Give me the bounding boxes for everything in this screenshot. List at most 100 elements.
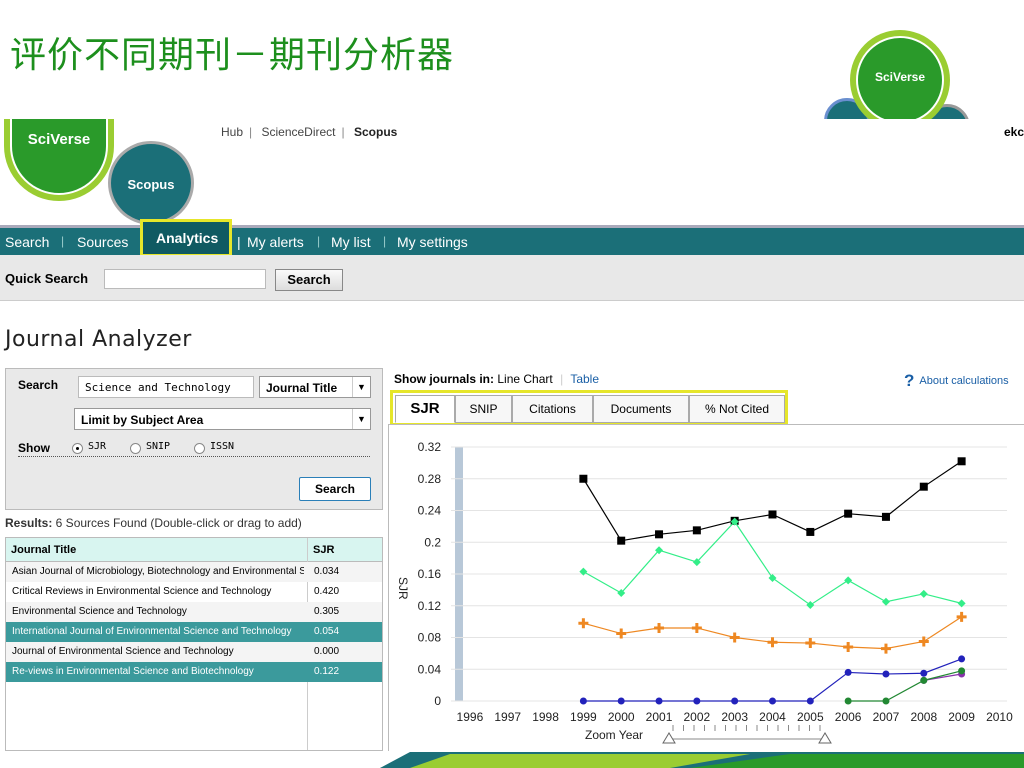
x-tick-label: 2007 bbox=[873, 710, 900, 724]
sjr-cell: 0.054 bbox=[314, 626, 340, 637]
data-point bbox=[692, 526, 701, 535]
view-table-link[interactable]: Table bbox=[570, 372, 599, 386]
column-sjr[interactable]: SJR bbox=[313, 544, 334, 556]
data-point bbox=[768, 697, 776, 705]
series-line bbox=[582, 460, 962, 542]
table-row[interactable]: Journal of Environmental Science and Tec… bbox=[6, 642, 382, 662]
y-tick-label: 0.16 bbox=[418, 567, 442, 581]
x-tick-label: 1996 bbox=[457, 710, 484, 724]
zoom-handle-start[interactable] bbox=[662, 732, 676, 744]
x-tick-label: 2010 bbox=[986, 710, 1013, 724]
journal-title-cell: International Journal of Environmental S… bbox=[12, 626, 292, 637]
journal-title-cell: Re-views in Environmental Science and Bi… bbox=[12, 666, 254, 677]
quick-search-button[interactable]: Search bbox=[275, 269, 343, 291]
y-tick-label: 0.12 bbox=[418, 599, 442, 613]
radio-snip-label: SNIP bbox=[146, 441, 171, 452]
nav-my-list[interactable]: My list bbox=[331, 234, 371, 250]
data-point bbox=[880, 643, 891, 654]
results-summary: Results: 6 Sources Found (Double-click o… bbox=[5, 516, 302, 530]
data-point bbox=[957, 457, 966, 466]
view-toggle: Show journals in: Line Chart | Table bbox=[394, 372, 599, 386]
sjr-cell: 0.305 bbox=[314, 606, 340, 617]
chevron-down-icon: ▼ bbox=[352, 377, 370, 397]
slide-title: 评价不同期刊－期刊分析器 bbox=[10, 35, 455, 76]
x-tick-label: 2002 bbox=[683, 710, 710, 724]
about-calculations-link[interactable]: ? About calculations bbox=[904, 371, 1009, 391]
about-calculations-text: About calculations bbox=[919, 375, 1009, 387]
journal-search-button[interactable]: Search bbox=[299, 477, 371, 501]
data-point bbox=[731, 697, 739, 705]
sjr-cell: 0.420 bbox=[314, 586, 340, 597]
tab-not-cited[interactable]: % Not Cited bbox=[689, 395, 785, 423]
results-prefix: Results: bbox=[5, 516, 53, 530]
sjr-line-chart: 0 0.04 0.08 0.12 0.16 0.2 0.24 0.28 0.32 1996 1997… bbox=[388, 424, 1024, 751]
tab-snip[interactable]: SNIP bbox=[455, 395, 512, 423]
subject-area-select[interactable]: Limit by Subject Area ▼ bbox=[74, 408, 371, 430]
nav-search[interactable]: Search bbox=[5, 234, 49, 250]
show-label: Show bbox=[18, 441, 50, 455]
page-title: Journal Analyzer bbox=[5, 327, 192, 352]
nav-my-settings[interactable]: My settings bbox=[397, 234, 468, 250]
table-row[interactable]: International Journal of Environmental S… bbox=[6, 622, 382, 642]
journal-search-input[interactable]: Science and Technology bbox=[78, 376, 254, 398]
zoom-handle-end[interactable] bbox=[818, 732, 832, 744]
nav-analytics[interactable]: Analytics bbox=[156, 230, 218, 246]
data-point bbox=[617, 697, 625, 705]
field-select-value: Journal Title bbox=[266, 381, 338, 395]
y-tick-label: 0.28 bbox=[418, 472, 442, 486]
sjr-cell: 0.000 bbox=[314, 646, 340, 657]
tab-documents[interactable]: Documents bbox=[593, 395, 689, 423]
y-tick-label: 0.2 bbox=[424, 535, 441, 549]
nav-sep: | bbox=[383, 234, 387, 248]
sciverse-logo-text: SciVerse bbox=[27, 131, 91, 148]
nav-sep: | bbox=[61, 234, 65, 248]
table-row[interactable]: Re-views in Environmental Science and Bi… bbox=[6, 662, 382, 682]
sciverse-logo-top: SciVerse bbox=[820, 30, 970, 120]
tab-sjr[interactable]: SJR bbox=[395, 395, 455, 423]
header-sep: | bbox=[341, 125, 345, 139]
field-select[interactable]: Journal Title ▼ bbox=[259, 376, 371, 398]
table-row[interactable]: Asian Journal of Microbiology, Biotechno… bbox=[6, 562, 382, 582]
data-point bbox=[767, 637, 778, 648]
decorative-swoosh bbox=[380, 752, 1024, 768]
chart-svg: 0 0.04 0.08 0.12 0.16 0.2 0.24 0.28 0.32 1996 1997… bbox=[396, 440, 1013, 744]
x-tick-label: 2005 bbox=[797, 710, 824, 724]
data-point bbox=[919, 589, 928, 598]
view-line-chart[interactable]: Line Chart bbox=[497, 372, 552, 386]
data-point bbox=[806, 527, 815, 536]
data-point bbox=[844, 576, 853, 585]
data-point bbox=[579, 474, 588, 483]
help-icon: ? bbox=[904, 371, 915, 390]
data-point bbox=[920, 676, 928, 684]
scopus-link[interactable]: Scopus bbox=[354, 125, 397, 139]
table-row[interactable]: Environmental Science and Technology 0.30… bbox=[6, 602, 382, 622]
sciencedirect-link[interactable]: ScienceDirect bbox=[261, 125, 335, 139]
radio-snip[interactable] bbox=[130, 443, 141, 454]
chevron-down-icon: ▼ bbox=[352, 409, 370, 429]
user-name[interactable]: ekc bbox=[1004, 125, 1024, 139]
journal-search-panel: Search Science and Technology Journal Ti… bbox=[5, 368, 383, 510]
radio-sjr[interactable] bbox=[72, 443, 83, 454]
data-point bbox=[691, 622, 702, 633]
zoom-year-label: Zoom Year bbox=[585, 728, 643, 742]
radio-issn[interactable] bbox=[194, 443, 205, 454]
column-journal-title[interactable]: Journal Title bbox=[11, 544, 76, 556]
nav-sources[interactable]: Sources bbox=[77, 234, 128, 250]
data-point bbox=[882, 697, 890, 705]
sciverse-logo[interactable]: SciVerse bbox=[4, 119, 116, 207]
journal-title-cell: Environmental Science and Technology bbox=[12, 606, 187, 617]
scopus-logo[interactable]: Scopus bbox=[108, 141, 196, 225]
hub-link[interactable]: Hub bbox=[221, 125, 243, 139]
tab-citations[interactable]: Citations bbox=[512, 395, 593, 423]
nav-my-alerts[interactable]: My alerts bbox=[247, 234, 304, 250]
data-point bbox=[956, 611, 967, 622]
x-tick-label: 1999 bbox=[570, 710, 597, 724]
quick-search-input[interactable] bbox=[104, 269, 266, 289]
data-point bbox=[958, 667, 966, 675]
x-tick-label: 2009 bbox=[948, 710, 975, 724]
table-row[interactable]: Critical Reviews in Environmental Scienc… bbox=[6, 582, 382, 602]
data-point bbox=[806, 600, 815, 609]
y-tick-label: 0.32 bbox=[418, 440, 442, 454]
data-point bbox=[768, 510, 777, 519]
data-point bbox=[805, 638, 816, 649]
